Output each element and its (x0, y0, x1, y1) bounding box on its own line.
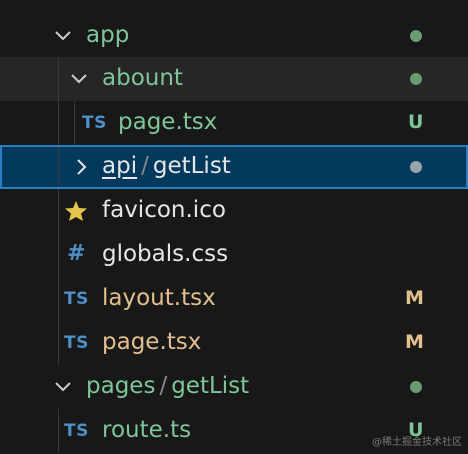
indent-guide (58, 409, 59, 453)
indent-guide (58, 189, 59, 233)
tree-folder-pages-getlist[interactable]: pages / getList (0, 365, 468, 409)
tree-folder-app[interactable]: app (0, 14, 468, 58)
path-segment-getlist[interactable]: getList (171, 373, 249, 399)
watermark: @稀土掘金技术社区 (372, 437, 462, 448)
file-label: route.ts (102, 417, 192, 443)
file-explorer-tree: app abount TS page.tsx U api / getList f… (0, 0, 468, 454)
git-status-badge: M (405, 331, 424, 353)
indent-guide (58, 321, 59, 365)
chevron-down-icon[interactable] (68, 68, 90, 90)
file-label: page.tsx (118, 109, 218, 135)
path-segment-api[interactable]: api (102, 153, 137, 179)
path-segment-getlist[interactable]: getList (153, 153, 231, 179)
typescript-icon: TS (64, 333, 89, 353)
tree-folder-api-getlist[interactable]: api / getList (0, 145, 468, 189)
indent-guide (58, 57, 59, 101)
tree-file-abount-page[interactable]: TS page.tsx U (0, 101, 468, 145)
tree-file-globals-css[interactable]: # globals.css (0, 233, 468, 277)
file-label: layout.tsx (102, 285, 216, 311)
indent-guide (74, 101, 75, 145)
indent-guide (58, 233, 59, 277)
path-segment-pages[interactable]: pages (86, 373, 155, 399)
compact-folder-path: pages / getList (86, 373, 249, 399)
file-label: page.tsx (102, 329, 202, 355)
tree-file-layout[interactable]: TS layout.tsx M (0, 277, 468, 321)
status-dot (410, 161, 422, 173)
folder-label-abount: abount (102, 65, 183, 91)
typescript-icon: TS (82, 113, 107, 133)
status-dot (410, 73, 422, 85)
indent-guide (58, 277, 59, 321)
chevron-down-icon[interactable] (52, 25, 74, 47)
star-icon (65, 201, 87, 221)
git-status-badge: M (405, 287, 424, 309)
folder-label-app: app (86, 22, 130, 48)
typescript-icon: TS (64, 421, 89, 441)
status-dot (410, 30, 422, 42)
git-status-badge: U (408, 111, 424, 133)
status-dot (410, 381, 422, 393)
path-separator: / (159, 373, 168, 399)
chevron-down-icon[interactable] (52, 376, 74, 398)
file-label: globals.css (102, 241, 229, 267)
tree-file-favicon[interactable]: favicon.ico (0, 189, 468, 233)
tree-file-app-page[interactable]: TS page.tsx M (0, 321, 468, 365)
indent-guide (58, 147, 59, 187)
file-label: favicon.ico (102, 197, 226, 223)
css-hash-icon: # (67, 241, 86, 266)
compact-folder-path: api / getList (102, 153, 231, 179)
path-separator: / (141, 153, 149, 179)
tree-folder-abount[interactable]: abount (0, 57, 468, 101)
chevron-right-icon[interactable] (70, 156, 92, 178)
indent-guide (58, 101, 59, 145)
typescript-icon: TS (64, 289, 89, 309)
